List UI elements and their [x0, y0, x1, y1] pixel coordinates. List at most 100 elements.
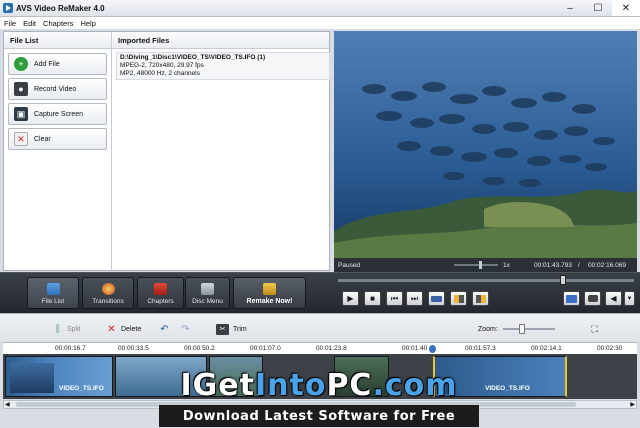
playhead-marker-icon[interactable]: [429, 345, 436, 353]
clip-label: VIDEO_TS.IFO: [485, 385, 530, 392]
current-time: 00:01:43.793: [534, 261, 572, 269]
menu-file[interactable]: File: [4, 19, 16, 28]
screenshot-button[interactable]: [584, 291, 601, 306]
volume-dropdown-button[interactable]: ▼: [624, 291, 635, 306]
file-list-heading: File List: [4, 32, 112, 49]
app-window: AVS Video ReMaker 4.0 – ☐ ✕ File Edit Ch…: [0, 0, 640, 428]
file-list-buttons: + Add File ● Record Video ▣ Capture Scre…: [4, 49, 112, 270]
playback-state: Paused: [338, 261, 361, 269]
ruler-tick: 00:02:14.1: [531, 345, 562, 352]
capture-screen-button[interactable]: ▣ Capture Screen: [8, 103, 107, 125]
menu-edit[interactable]: Edit: [23, 19, 36, 28]
capture-screen-label: Capture Screen: [34, 110, 84, 118]
fit-icon: ⛶: [591, 323, 598, 334]
tab-chapters[interactable]: Chapters: [137, 277, 184, 309]
timeline-zoom-track[interactable]: [503, 328, 555, 330]
close-button[interactable]: ✕: [612, 0, 640, 16]
clear-button[interactable]: ✕ Clear: [8, 128, 107, 150]
undo-icon: ↶: [160, 323, 169, 335]
add-file-button[interactable]: + Add File: [8, 53, 107, 75]
speaker-icon: ◀: [610, 294, 617, 303]
mark-out-button[interactable]: [472, 291, 489, 306]
trim-icon: ✂: [216, 323, 229, 335]
clip-label: VIDEO_TS.IFO: [59, 385, 104, 392]
split-label: Split: [67, 325, 81, 333]
mark-in-button[interactable]: [450, 291, 467, 306]
delete-label: Delete: [121, 325, 142, 333]
timeline-ruler[interactable]: 00:00:16.7 00:00:33.5 00:00:50.2 00:01:0…: [3, 342, 637, 354]
capture-screen-icon: ▣: [14, 107, 28, 121]
minimize-button[interactable]: –: [556, 0, 584, 16]
tab-disc-menu[interactable]: Disc Menu: [185, 277, 230, 309]
timeline-clip[interactable]: VIDEO_TS.IFO: [5, 356, 113, 397]
tab-transitions-label: Transitions: [92, 298, 124, 305]
trim-label: Trim: [233, 325, 247, 333]
scroll-right-icon[interactable]: ▶: [630, 401, 635, 408]
scroll-left-icon[interactable]: ◀: [5, 401, 10, 408]
stop-button[interactable]: ■: [364, 291, 381, 306]
imported-files-heading: Imported Files: [112, 32, 329, 49]
next-button[interactable]: ⏭: [406, 291, 423, 306]
timeline-zoom-thumb[interactable]: [519, 324, 525, 334]
mark-out-icon: [475, 294, 486, 303]
delete-button[interactable]: ✕ Delete: [106, 322, 141, 336]
redo-button[interactable]: ↷: [180, 322, 195, 336]
timeline-clip[interactable]: [115, 356, 207, 397]
split-icon: ⫼: [55, 323, 60, 335]
chevron-down-icon: ▼: [626, 295, 633, 302]
undo-button[interactable]: ↶: [159, 322, 174, 336]
tab-transitions[interactable]: Transitions: [82, 277, 134, 309]
imported-file-video-info: MPEG-2, 720x480, 29.97 fps: [120, 62, 204, 69]
ruler-tick: 00:01:07.0: [250, 345, 281, 352]
zoom-label: Zoom:: [478, 325, 498, 333]
fullscreen-button[interactable]: [563, 291, 580, 306]
maximize-button[interactable]: ☐: [584, 0, 612, 16]
record-video-button[interactable]: ● Record Video: [8, 78, 107, 100]
preview-zoom-value: 1x: [503, 261, 510, 269]
volume-button[interactable]: ◀: [605, 291, 622, 306]
split-button[interactable]: ⫼ Split: [52, 322, 81, 336]
snapshot-button[interactable]: [428, 291, 445, 306]
menu-bar: File Edit Chapters Help: [0, 17, 640, 29]
fit-timeline-button[interactable]: ⛶: [589, 322, 604, 336]
remake-icon: [263, 283, 276, 295]
add-icon: +: [14, 57, 28, 71]
window-title: AVS Video ReMaker 4.0: [16, 3, 105, 13]
remake-now-button[interactable]: Remake Now!: [233, 277, 306, 309]
seek-bar[interactable]: [338, 279, 634, 282]
seek-thumb[interactable]: [559, 275, 566, 285]
imported-file-path: D:\Diving_1\Disc1\VIDEO_TS\VIDEO_TS.IFO …: [120, 54, 266, 61]
record-video-label: Record Video: [34, 85, 77, 93]
tab-file-list[interactable]: File List: [27, 277, 79, 309]
chapters-icon: [154, 283, 167, 295]
timeline-clip[interactable]: [334, 356, 389, 397]
snapshot-icon: [431, 295, 442, 302]
file-list-icon: [46, 283, 60, 295]
clear-label: Clear: [34, 135, 51, 143]
transitions-icon: [101, 283, 115, 295]
record-video-icon: ●: [14, 82, 28, 96]
imported-file-item[interactable]: D:\Diving_1\Disc1\VIDEO_TS\VIDEO_TS.IFO …: [116, 52, 330, 80]
status-strip: [0, 409, 640, 428]
timeline-clip[interactable]: [209, 356, 263, 397]
ruler-tick: 00:02:30: [597, 345, 623, 352]
ruler-tick: 00:01:40: [402, 345, 428, 352]
mark-in-icon: [453, 294, 464, 303]
tab-file-list-label: File List: [41, 298, 65, 305]
monitor-icon: [566, 294, 577, 303]
scroll-thumb[interactable]: [16, 402, 576, 407]
preview-zoom-track[interactable]: [454, 264, 498, 266]
previous-button[interactable]: ⏮: [386, 291, 403, 306]
add-file-label: Add File: [34, 60, 60, 68]
ruler-tick: 00:00:33.5: [118, 345, 149, 352]
timeline-scrollbar[interactable]: ◀ ▶: [3, 400, 637, 409]
timeline-clip-selected[interactable]: VIDEO_TS.IFO: [433, 356, 567, 397]
video-preview[interactable]: [334, 31, 637, 258]
play-button[interactable]: ▶: [342, 291, 359, 306]
total-time: 00:02:16.069: [588, 261, 626, 269]
preview-zoom-thumb[interactable]: [479, 261, 482, 269]
trim-button[interactable]: ✂ Trim: [216, 322, 247, 336]
menu-help[interactable]: Help: [80, 19, 95, 28]
tab-disc-menu-label: Disc Menu: [192, 298, 223, 305]
menu-chapters[interactable]: Chapters: [43, 19, 73, 28]
